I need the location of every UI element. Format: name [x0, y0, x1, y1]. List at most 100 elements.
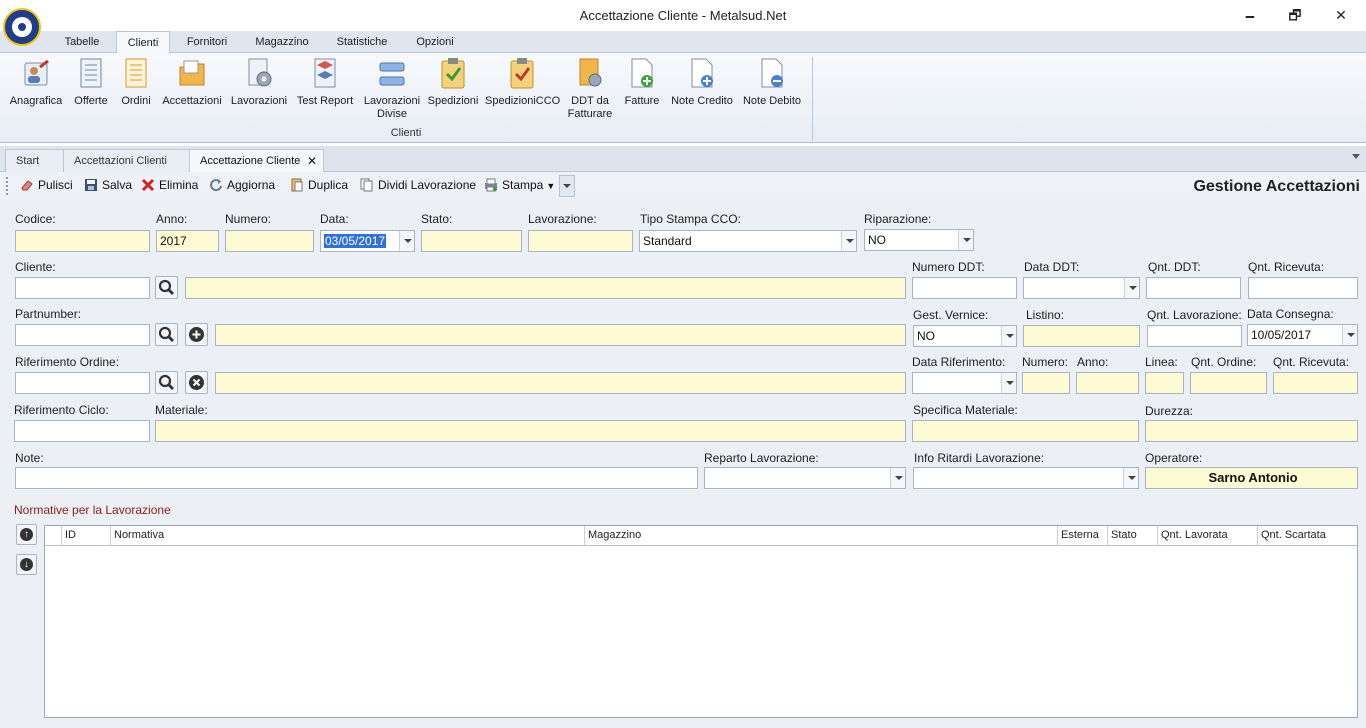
qnt-lavorazione-field[interactable] [1147, 325, 1242, 347]
numero-ddt-field[interactable] [912, 277, 1017, 299]
ordini-button[interactable]: Ordini [118, 57, 154, 108]
partnumber-field[interactable] [15, 324, 150, 346]
dropdown-arrow-icon[interactable] [399, 231, 414, 251]
anno-field[interactable]: 2017 [156, 230, 219, 252]
anagrafica-button[interactable]: Anagrafica [6, 57, 66, 108]
cliente-name-field[interactable] [185, 277, 906, 299]
normative-grid[interactable]: ID Normativa Magazzino Esterna Stato Qnt… [44, 525, 1358, 718]
data-date-picker[interactable]: 03/05/2017 [320, 230, 415, 252]
lavorazione-field[interactable] [528, 230, 633, 252]
ddt-da-fatturare-button[interactable]: DDT da Fatturare [562, 57, 618, 121]
rif-ordine-clear-button[interactable] [185, 371, 208, 394]
tabs-dropdown-icon[interactable] [1352, 154, 1360, 159]
close-tab-icon[interactable]: ✕ [307, 150, 317, 172]
column-normativa[interactable]: Normativa [110, 526, 584, 546]
rif-ordine-description-field[interactable] [215, 372, 906, 394]
reparto-select[interactable] [704, 467, 906, 489]
spedizioni-button[interactable]: Spedizioni [426, 57, 480, 108]
elimina-button[interactable]: Elimina [141, 177, 198, 195]
note-credito-button[interactable]: Note Credito [668, 57, 736, 108]
lavorazioni-divise-button[interactable]: Lavorazioni Divise [361, 57, 423, 121]
partnumber-add-button[interactable] [185, 323, 208, 346]
gest-vernice-select[interactable]: NO [913, 325, 1017, 347]
info-ritardi-select[interactable] [913, 467, 1139, 489]
offerte-button[interactable]: Offerte [70, 57, 112, 108]
materiale-label: Materiale: [155, 403, 208, 417]
restore-button[interactable]: 🗗 [1275, 4, 1315, 26]
qnt-ricevuta-field[interactable] [1248, 277, 1358, 299]
tab-magazzino[interactable]: Magazzino [246, 31, 318, 53]
note-field[interactable] [15, 467, 698, 489]
dropdown-arrow-icon[interactable] [1342, 325, 1357, 345]
pulisci-button[interactable]: Pulisci [20, 177, 73, 195]
rif-anno-field[interactable] [1076, 372, 1139, 394]
column-id[interactable]: ID [61, 526, 110, 546]
column-qnt-scartata[interactable]: Qnt. Scartata [1257, 526, 1357, 546]
qnt-ddt-field[interactable] [1146, 277, 1241, 299]
column-stato[interactable]: Stato [1107, 526, 1157, 546]
dropdown-arrow-icon[interactable] [1123, 468, 1138, 488]
stampa-button[interactable]: Stampa ▼ [484, 177, 555, 195]
dropdown-arrow-icon[interactable] [1124, 278, 1139, 298]
lavorazioni-label: Lavorazioni [230, 95, 288, 107]
numero-field[interactable] [225, 230, 314, 252]
dropdown-arrow-icon[interactable] [1001, 326, 1016, 346]
minimize-button[interactable]: 🗕 [1230, 4, 1270, 26]
column-esterna[interactable]: Esterna [1057, 526, 1107, 546]
cliente-search-button[interactable] [155, 276, 178, 299]
rif-ordine-search-button[interactable] [155, 371, 178, 394]
data-riferimento-picker[interactable] [912, 372, 1017, 394]
codice-field[interactable] [15, 230, 150, 252]
spedizioni-cco-button[interactable]: SpedizioniCCO [485, 57, 560, 108]
dropdown-arrow-icon[interactable] [1001, 373, 1016, 393]
tab-fornitori[interactable]: Fornitori [176, 31, 238, 53]
tipo-stampa-select[interactable]: Standard [639, 230, 857, 252]
salva-button[interactable]: Salva [84, 177, 132, 195]
riparazione-select[interactable]: NO [864, 229, 974, 251]
partnumber-search-button[interactable] [155, 323, 178, 346]
toolbar-overflow-button[interactable] [559, 175, 575, 197]
listino-field[interactable] [1023, 325, 1140, 347]
tab-statistiche[interactable]: Statistiche [326, 31, 398, 53]
linea-field[interactable] [1145, 372, 1184, 394]
note-debito-button[interactable]: Note Debito [741, 57, 803, 108]
rif-ordine-field[interactable] [15, 372, 150, 394]
dropdown-arrow-icon[interactable] [890, 468, 905, 488]
column-magazzino[interactable]: Magazzino [584, 526, 1057, 546]
test-report-button[interactable]: Test Report [294, 57, 356, 108]
accettazioni-button[interactable]: Accettazioni [160, 57, 224, 108]
tab-clienti[interactable]: Clienti [116, 31, 170, 54]
fatture-button[interactable]: Fatture [621, 57, 663, 108]
doc-tab-accettazioni-clienti[interactable]: Accettazioni Clienti [63, 149, 190, 172]
partnumber-description-field[interactable] [215, 324, 906, 346]
materiale-field[interactable] [155, 420, 906, 442]
move-down-button[interactable]: ↓ [16, 554, 37, 575]
data-ddt-picker[interactable] [1023, 277, 1140, 299]
rif-ciclo-field[interactable] [14, 420, 150, 442]
gest-vernice-value: NO [917, 329, 935, 343]
qnt-ricevuta-ordine-field[interactable] [1273, 372, 1358, 394]
column-qnt-lavorata[interactable]: Qnt. Lavorata [1157, 526, 1257, 546]
cliente-code-field[interactable] [15, 277, 150, 299]
rif-numero-field[interactable] [1022, 372, 1070, 394]
aggiorna-button[interactable]: Aggiorna [209, 177, 275, 195]
dropdown-arrow-icon[interactable] [841, 231, 856, 251]
doc-tab-accettazione-cliente[interactable]: Accettazione Cliente ✕ [189, 149, 324, 172]
lavorazioni-button[interactable]: Lavorazioni [229, 57, 289, 108]
qnt-ordine-field[interactable] [1190, 372, 1267, 394]
close-button[interactable]: ✕ [1321, 4, 1361, 26]
move-up-button[interactable]: ↑ [16, 524, 37, 545]
app-logo-icon[interactable] [3, 8, 41, 46]
duplica-button[interactable]: Duplica [290, 177, 348, 195]
tab-opzioni[interactable]: Opzioni [406, 31, 464, 53]
doc-tab-start[interactable]: Start [5, 149, 65, 172]
stato-field[interactable] [421, 230, 522, 252]
dividi-lavorazione-button[interactable]: Dividi Lavorazione [360, 177, 476, 195]
durezza-field[interactable] [1145, 420, 1358, 442]
tab-tabelle[interactable]: Tabelle [52, 31, 112, 53]
specifica-field[interactable] [912, 420, 1139, 442]
dropdown-arrow-icon[interactable] [958, 230, 973, 250]
user-card-icon [22, 57, 50, 89]
qnt-ricevuta-label: Qnt. Ricevuta: [1248, 260, 1325, 274]
data-consegna-picker[interactable]: 10/05/2017 [1247, 324, 1358, 346]
